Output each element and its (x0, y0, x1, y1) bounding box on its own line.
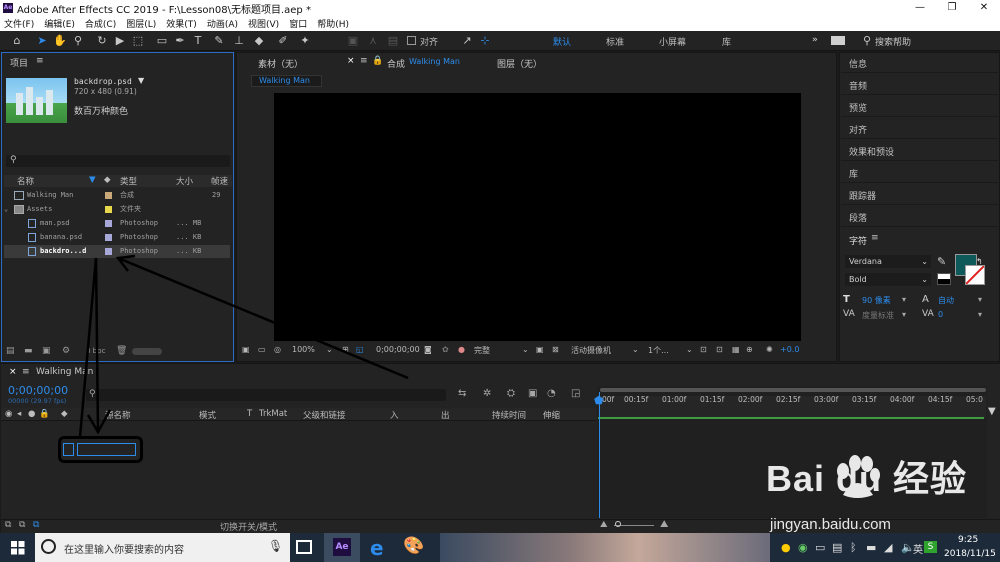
battery-icon[interactable]: ▬ (866, 541, 876, 554)
after-effects-window: Ae Adobe After Effects CC 2019 - F:\Less… (0, 0, 1000, 562)
clock-time[interactable]: 9:25 (958, 535, 978, 545)
watermark-url: jingyan.baidu.com (770, 516, 891, 533)
zoom-out-icon[interactable]: ⛰ (600, 520, 608, 530)
in-out-icon[interactable]: ⧉ (33, 520, 39, 530)
tray-app-icon[interactable]: S (924, 541, 937, 553)
after-effects-icon: Ae (333, 538, 351, 556)
microphone-icon[interactable]: 🎙 (268, 539, 283, 553)
zoom-slider-thumb[interactable] (615, 521, 621, 527)
windows-start-icon[interactable] (11, 541, 25, 555)
bluetooth-icon[interactable]: ᛒ (850, 541, 857, 554)
clock-date[interactable]: 2018/11/15 (944, 549, 996, 559)
cortana-icon (41, 539, 56, 554)
taskbar-search-box[interactable]: 在这里输入你要搜索的内容 🎙 (35, 533, 290, 562)
watermark-brand: Bai du 经验 (766, 458, 968, 499)
tray-app-icon[interactable]: ◉ (798, 541, 808, 554)
tray-app-icon[interactable]: ▭ (815, 541, 825, 554)
taskbar-search-placeholder: 在这里输入你要搜索的内容 (64, 545, 184, 556)
edge-icon[interactable]: e (370, 536, 384, 560)
paint-icon[interactable]: 🎨 (403, 536, 424, 556)
task-view-icon[interactable] (296, 540, 312, 554)
tray-app-icon[interactable]: ▤ (832, 541, 842, 554)
toggle-switches-modes[interactable]: 切换开关/模式 (220, 520, 277, 533)
ime-icon[interactable]: 英 (913, 541, 923, 556)
transfer-controls-icon[interactable]: ⧉ (19, 520, 25, 530)
layer-switches-icon[interactable]: ⧉ (5, 520, 11, 530)
zoom-in-icon[interactable]: ⛰ (660, 519, 668, 530)
tray-app-icon[interactable]: ● (781, 541, 791, 554)
taskbar-wallpaper-strip (440, 533, 770, 562)
network-icon[interactable]: ◢ (884, 541, 892, 554)
